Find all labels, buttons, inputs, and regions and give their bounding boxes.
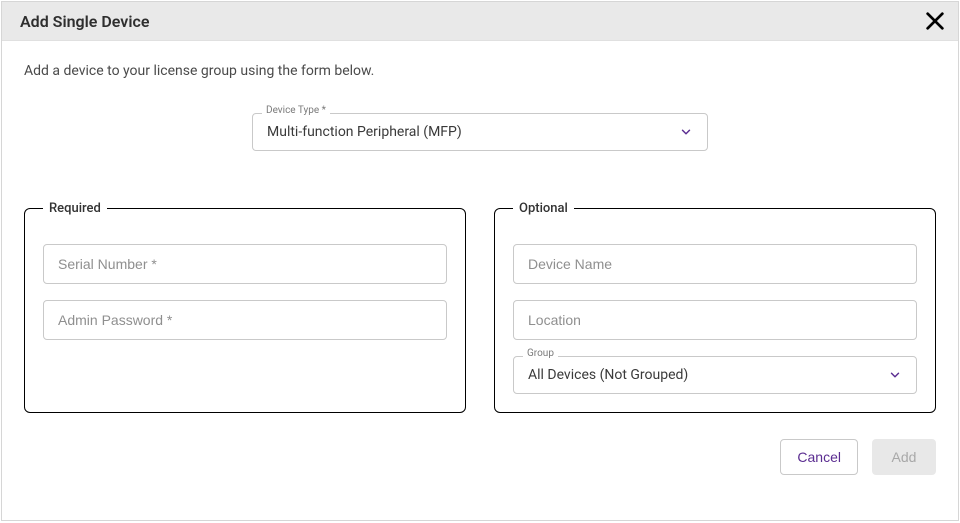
- required-legend: Required: [43, 201, 107, 216]
- group-field: Group All Devices (Not Grouped): [513, 356, 917, 394]
- device-type-row: Device Type * Multi-function Peripheral …: [24, 113, 936, 151]
- dialog-footer: Cancel Add: [24, 413, 936, 475]
- device-name-input[interactable]: [513, 244, 917, 284]
- dialog-titlebar: Add Single Device: [2, 2, 958, 41]
- cancel-button[interactable]: Cancel: [780, 439, 858, 475]
- group-label: Group: [523, 349, 558, 359]
- close-button[interactable]: [924, 10, 946, 32]
- close-icon: [924, 20, 946, 35]
- dialog-content: Add a device to your license group using…: [2, 41, 958, 520]
- required-fieldset: Required: [24, 201, 466, 413]
- intro-text: Add a device to your license group using…: [24, 63, 936, 79]
- admin-password-input[interactable]: [43, 300, 447, 340]
- device-type-value: Multi-function Peripheral (MFP): [267, 124, 462, 140]
- add-device-dialog: Add Single Device Add a device to your l…: [1, 1, 959, 521]
- fieldset-row: Required Optional Group: [24, 201, 936, 413]
- dialog-title: Add Single Device: [20, 12, 149, 31]
- chevron-down-icon: [888, 368, 902, 382]
- location-input[interactable]: [513, 300, 917, 340]
- device-type-select[interactable]: Multi-function Peripheral (MFP): [252, 113, 708, 151]
- chevron-down-icon: [679, 125, 693, 139]
- serial-number-input[interactable]: [43, 244, 447, 284]
- optional-fieldset: Optional Group All Devices (Not Grouped): [494, 201, 936, 413]
- group-select[interactable]: All Devices (Not Grouped): [513, 356, 917, 394]
- add-button[interactable]: Add: [872, 439, 936, 475]
- optional-legend: Optional: [513, 201, 574, 216]
- group-value: All Devices (Not Grouped): [528, 367, 688, 383]
- device-type-field: Device Type * Multi-function Peripheral …: [252, 113, 708, 151]
- device-type-label: Device Type *: [262, 106, 330, 116]
